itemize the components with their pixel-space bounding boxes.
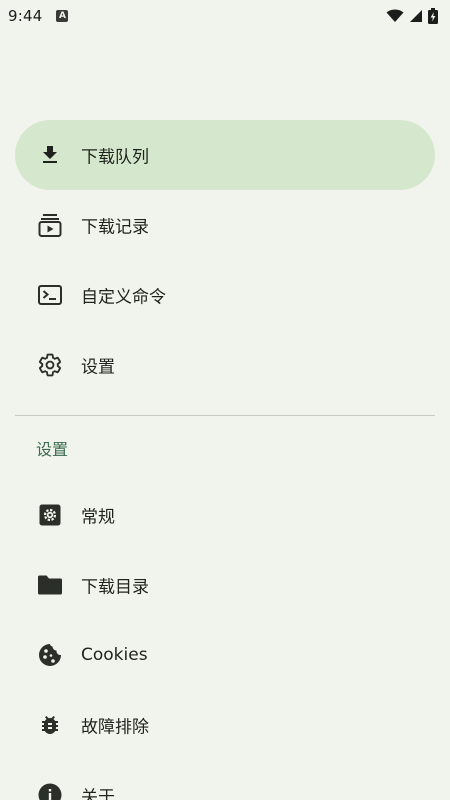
gear-icon [36,351,64,379]
nav-item-custom-commands[interactable]: 自定义命令 [15,260,435,330]
nav-item-about[interactable]: 关于 [15,760,435,800]
nav-item-label: Cookies [81,645,148,665]
a-badge-icon: A [56,10,69,22]
wifi-icon [386,9,404,22]
settings-box-icon [36,501,64,529]
history-icon [36,211,64,239]
nav-item-download-directory[interactable]: 下载目录 [15,550,435,620]
nav-item-label: 常规 [81,507,115,528]
folder-icon [36,571,64,599]
nav-item-label: 自定义命令 [81,287,166,308]
nav-item-label: 设置 [81,357,115,378]
terminal-icon [36,281,64,309]
nav-item-label: 关于 [81,787,115,800]
status-indicators [386,8,438,24]
nav-item-label: 下载目录 [81,577,149,598]
download-icon [36,141,64,169]
nav-item-settings[interactable]: 设置 [15,330,435,400]
status-bar: 9:44 A [0,0,450,32]
info-icon [36,781,64,800]
nav-item-download-queue[interactable]: 下载队列 [15,120,435,190]
bug-icon [36,711,64,739]
nav-item-label: 下载记录 [81,217,149,238]
cookie-icon [36,641,64,669]
status-time: 9:44 [8,7,43,25]
nav-item-troubleshooting[interactable]: 故障排除 [15,690,435,760]
section-header-settings: 设置 [36,440,69,459]
nav-item-label: 故障排除 [81,717,149,738]
nav-item-general[interactable]: 常规 [15,480,435,550]
navigation-drawer: 下载队列 下载记录 自定义命令 设置 设置 常规 下载目录 Cookies 故障… [0,120,450,800]
nav-item-label: 下载队列 [81,147,149,168]
signal-icon [410,10,422,22]
nav-item-cookies[interactable]: Cookies [15,620,435,690]
nav-item-download-history[interactable]: 下载记录 [15,190,435,260]
battery-charging-icon [428,8,438,24]
